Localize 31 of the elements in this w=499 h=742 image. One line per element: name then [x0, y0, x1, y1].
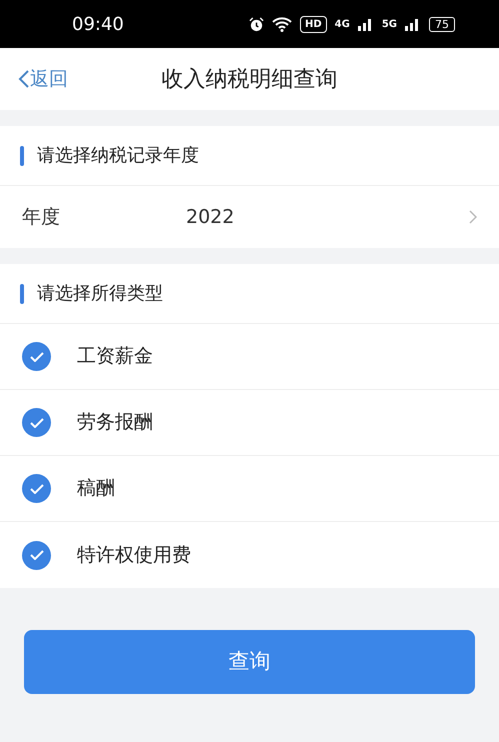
year-selector[interactable]: 年度 2022 — [0, 186, 499, 248]
page-title: 收入纳税明细查询 — [162, 66, 338, 94]
alarm-icon — [248, 16, 264, 32]
chevron-right-icon — [469, 210, 477, 224]
network-type: 4G — [334, 18, 350, 32]
section-marker — [20, 284, 24, 304]
chevron-left-icon — [18, 69, 30, 89]
income-type-option[interactable]: 特许权使用费 — [0, 522, 499, 588]
checkmark-icon — [30, 418, 44, 428]
income-type-option[interactable]: 工资薪金 — [0, 324, 499, 390]
checkbox[interactable] — [22, 408, 51, 437]
clock-time: 09:40 — [72, 12, 124, 36]
wifi-icon — [272, 16, 292, 32]
battery-level: 75 — [429, 16, 455, 32]
checkbox[interactable] — [22, 474, 51, 503]
section-heading: 请选择所得类型 — [37, 282, 163, 306]
query-button[interactable]: 查询 — [24, 630, 475, 694]
income-type-option[interactable]: 劳务报酬 — [0, 390, 499, 456]
signal-icon — [405, 17, 421, 31]
section-marker — [20, 146, 24, 166]
signal-icon — [358, 17, 374, 31]
checkmark-icon — [30, 484, 44, 494]
income-type-option[interactable]: 稿酬 — [0, 456, 499, 522]
checkbox[interactable] — [22, 540, 51, 570]
checkbox[interactable] — [22, 342, 51, 371]
checkmark-icon — [30, 550, 44, 560]
section-heading: 请选择纳税记录年度 — [37, 144, 199, 168]
hd-indicator: HD — [300, 16, 327, 32]
network-type: 5G — [382, 18, 397, 32]
back-button[interactable]: 返回 — [0, 64, 68, 94]
checkmark-icon — [30, 352, 44, 362]
